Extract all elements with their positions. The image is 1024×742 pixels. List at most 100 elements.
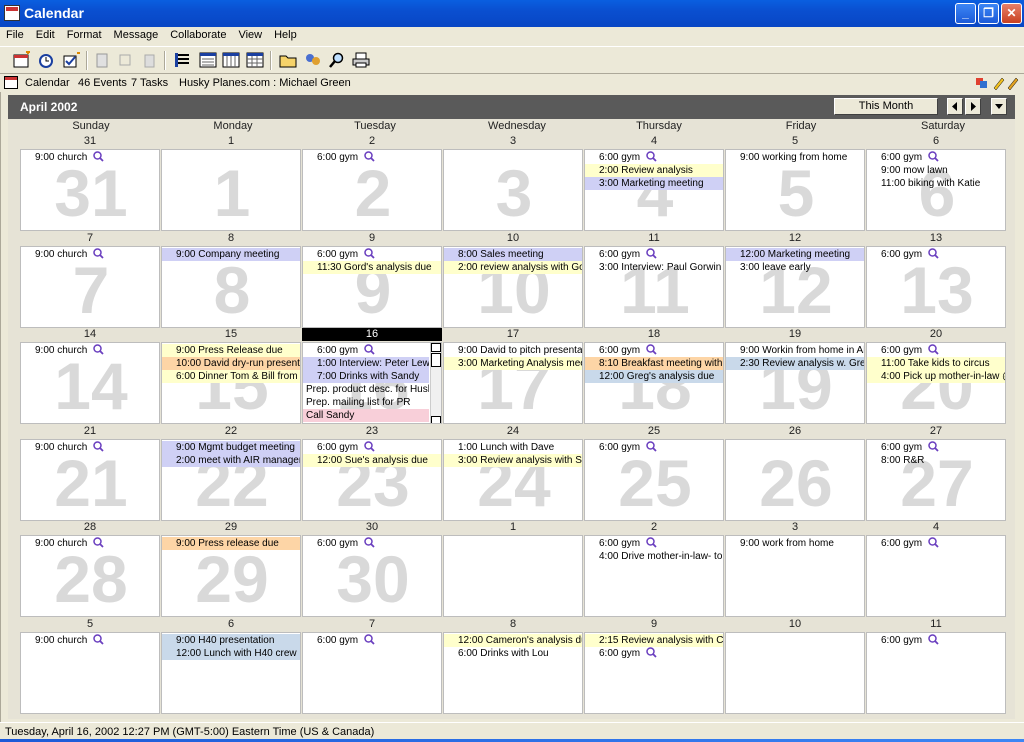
event-item[interactable]: 11:00 biking with Katie xyxy=(867,177,1005,190)
day-cell[interactable]: 11 11 6:00 gym 3:00 Interview: Paul Gorwin xyxy=(572,230,724,328)
day-cell[interactable]: 29 29 9:00 Press release due xyxy=(149,519,301,617)
event-item[interactable]: 8:10 Breakfast meeting with T xyxy=(585,357,723,370)
event-item[interactable]: 6:00 gym xyxy=(303,247,441,261)
day-number[interactable]: 11 xyxy=(866,618,1006,631)
day-events-box[interactable]: 13 6:00 gym xyxy=(866,245,1006,328)
event-item[interactable]: 9:00 David to pitch presentati xyxy=(444,344,582,357)
day-cell[interactable]: 19 19 9:00 Workin from home in Alv 2:30 Rev… xyxy=(713,326,865,424)
day-events-box[interactable]: 10 8:00 Sales meeting 2:00 review analysis… xyxy=(443,245,583,328)
event-item[interactable]: 2:00 Review analysis xyxy=(585,164,723,177)
event-item[interactable]: 6:00 gym xyxy=(867,344,1005,357)
day-events-box[interactable]: 12 12:00 Marketing meeting 3:00 leave earl… xyxy=(725,245,865,328)
day-events-box[interactable]: 12:00 Cameron's analysis due 6:00 Drinks … xyxy=(443,631,583,714)
event-item[interactable]: 9:00 church xyxy=(21,344,159,357)
day-number[interactable]: 19 xyxy=(725,328,865,341)
day-number[interactable]: 9 xyxy=(302,232,442,245)
day-number[interactable]: 25 xyxy=(584,425,724,438)
day-number[interactable]: 27 xyxy=(866,425,1006,438)
event-item[interactable]: 1:00 Interview: Peter Lewis xyxy=(303,357,429,370)
day-events-box[interactable]: 19 9:00 Workin from home in Alv 2:30 Revie… xyxy=(725,342,865,424)
day-number[interactable]: 24 xyxy=(443,425,583,438)
find-icon[interactable] xyxy=(327,51,347,69)
day-cell[interactable]: 3 9:00 work from home xyxy=(713,519,865,617)
event-item[interactable]: 4:00 Pick up mother-in-law @ xyxy=(867,370,1005,383)
menu-collaborate[interactable]: Collaborate xyxy=(164,27,232,41)
day-number[interactable]: 9 xyxy=(584,618,724,631)
print-icon[interactable] xyxy=(351,51,371,69)
day-number[interactable]: 5 xyxy=(20,618,160,631)
day-cell[interactable]: 20 20 6:00 gym 11:00 Take kids to circus 4:0… xyxy=(854,326,1006,424)
day-events-box[interactable]: 5 9:00 working from home xyxy=(725,149,865,231)
group-event-icon[interactable] xyxy=(928,537,939,548)
event-item[interactable]: 10:00 David dry-run presentati xyxy=(162,357,300,370)
day-events-box[interactable] xyxy=(725,631,865,714)
day-events-box[interactable]: 21 9:00 church xyxy=(20,438,160,521)
event-item[interactable]: 9:00 mow lawn xyxy=(867,164,1005,177)
day-number[interactable]: 6 xyxy=(161,618,301,631)
menu-edit[interactable]: Edit xyxy=(30,27,61,41)
group-event-icon[interactable] xyxy=(928,440,939,452)
event-item[interactable]: 9:00 church xyxy=(21,633,159,647)
day-events-box[interactable]: 27 6:00 gym 8:00 R&R xyxy=(866,438,1006,521)
day-cell[interactable]: 30 30 6:00 gym xyxy=(290,519,442,617)
day-cell[interactable]: 10 10 8:00 Sales meeting 2:00 review analys… xyxy=(431,230,583,328)
pencil-icon[interactable] xyxy=(993,77,1005,91)
event-item[interactable]: 9:00 work from home xyxy=(726,537,864,550)
event-item[interactable]: 6:00 gym xyxy=(867,247,1005,261)
day-cell[interactable]: 7 7 9:00 church xyxy=(8,230,160,328)
day-cell[interactable]: 1 xyxy=(431,519,583,617)
event-item[interactable]: 9:00 church xyxy=(21,151,159,164)
day-events-box[interactable]: 2:15 Review analysis with Ca 6:00 gym xyxy=(584,631,724,714)
new-event-icon[interactable] xyxy=(12,50,32,69)
event-item[interactable]: 9:00 working from home xyxy=(726,151,864,164)
day-events-box[interactable]: 6 6:00 gym 9:00 mow lawn 11:00 biking with … xyxy=(866,149,1006,231)
forward-disabled-icon[interactable] xyxy=(116,51,136,69)
group-event-icon[interactable] xyxy=(93,633,104,645)
day-cell[interactable]: 8 8 9:00 Company meeting xyxy=(149,230,301,328)
event-item[interactable]: 11:30 Gord's analysis due xyxy=(303,260,441,274)
event-item[interactable]: 6:00 Dinner Tom & Bill from C xyxy=(162,370,300,383)
event-item[interactable]: 12:00 Lunch with H40 crew xyxy=(162,646,300,660)
task-item[interactable]: Call Sandy xyxy=(303,409,429,422)
event-item[interactable]: 9:00 church xyxy=(21,537,159,550)
day-events-box[interactable]: 22 9:00 Mgmt budget meeting 2:00 meet with… xyxy=(161,438,301,521)
day-number[interactable]: 4 xyxy=(584,135,724,148)
day-number[interactable]: 6 xyxy=(866,135,1006,148)
group-event-icon[interactable] xyxy=(928,633,939,645)
event-item[interactable]: 7:00 Drinks with Sandy xyxy=(303,370,429,383)
menu-format[interactable]: Format xyxy=(61,27,108,41)
event-item[interactable]: 12:00 Cameron's analysis due xyxy=(444,633,582,647)
event-item[interactable]: 9:00 Press Release due xyxy=(162,344,300,357)
sharing-icon[interactable] xyxy=(303,51,323,69)
day-number[interactable]: 17 xyxy=(443,328,583,341)
day-cell[interactable]: 14 14 9:00 church xyxy=(8,326,160,424)
day-cell[interactable]: 26 26 xyxy=(713,423,865,521)
group-event-icon[interactable] xyxy=(93,440,104,452)
delete-disabled-icon[interactable] xyxy=(140,51,160,69)
group-event-icon[interactable] xyxy=(93,247,104,259)
event-item[interactable]: 3:00 Marketing Analysis meet xyxy=(444,357,582,370)
event-item[interactable]: 6:00 gym xyxy=(585,440,723,454)
day-events-box[interactable]: 6:00 gym xyxy=(866,631,1006,714)
group-event-icon[interactable] xyxy=(93,151,104,162)
day-cell[interactable]: 9 9 6:00 gym 11:30 Gord's analysis due xyxy=(290,230,442,328)
group-event-icon[interactable] xyxy=(646,537,657,548)
day-events-box[interactable]: 4 6:00 gym 2:00 Review analysis 3:00 Market… xyxy=(584,149,724,231)
day-events-box[interactable]: 9:00 H40 presentation 12:00 Lunch with H4… xyxy=(161,631,301,714)
day-cell[interactable]: 6 6 6:00 gym 9:00 mow lawn 11:00 biking with… xyxy=(854,133,1006,231)
day-number[interactable]: 15 xyxy=(161,328,301,341)
day-number[interactable]: 1 xyxy=(443,521,583,534)
day-cell[interactable]: 5 5 9:00 working from home xyxy=(713,133,865,231)
event-item[interactable]: 9:00 Company meeting xyxy=(162,247,300,261)
day-cell[interactable]: 18 18 6:00 gym 8:10 Breakfast meeting with … xyxy=(572,326,724,424)
day-events-box[interactable]: 6:00 gym 4:00 Drive mother-in-law- to a xyxy=(584,535,724,617)
day-events-box[interactable]: 30 6:00 gym xyxy=(302,535,442,617)
week-view-icon[interactable] xyxy=(221,51,241,69)
event-item[interactable]: 2:00 meet with AIR managers xyxy=(162,453,300,467)
day-number[interactable]: 14 xyxy=(20,328,160,341)
group-event-icon[interactable] xyxy=(646,440,657,452)
day-events-box[interactable]: 9 6:00 gym 11:30 Gord's analysis due xyxy=(302,245,442,328)
day-cell[interactable]: 28 28 9:00 church xyxy=(8,519,160,617)
day-cell[interactable]: 25 25 6:00 gym xyxy=(572,423,724,521)
event-item[interactable]: 6:00 gym xyxy=(867,633,1005,647)
